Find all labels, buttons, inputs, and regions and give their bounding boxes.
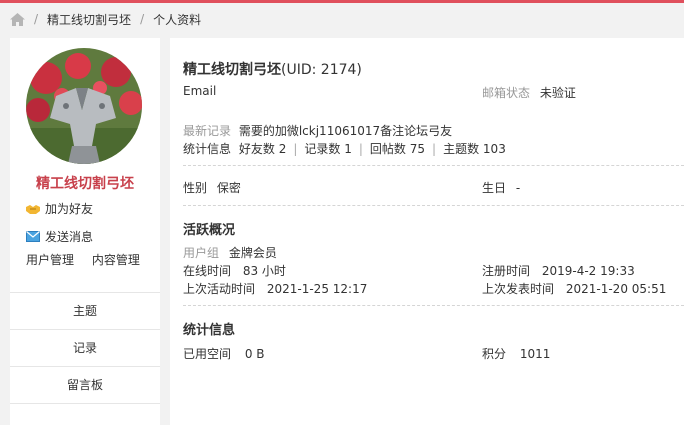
- last-post-row: 上次发表时间 2021-1-20 05:51: [482, 280, 666, 297]
- online-label: 在线时间: [183, 264, 232, 278]
- online-value: 83 小时: [242, 264, 286, 278]
- space-row: 已用空间 0 B: [183, 345, 265, 362]
- online-row: 在线时间 83 小时: [183, 262, 286, 279]
- gender-label: 性别: [183, 181, 208, 195]
- envelope-icon: [26, 230, 40, 243]
- profile-sidebar: 精工线切割弓坯 加为好友 发送消息 用户管理 内容管理 主题 记录 留言板: [10, 38, 160, 425]
- space-value: 0 B: [244, 347, 265, 361]
- email-label: Email: [183, 84, 217, 98]
- profile-main: 精工线切割弓坯(UID: 2174) Email 邮箱状态 未验证 最新记录 需…: [170, 38, 684, 425]
- breadcrumb-separator: /: [34, 12, 39, 26]
- user-manage-link[interactable]: 用户管理: [26, 253, 74, 267]
- avatar[interactable]: [26, 48, 142, 164]
- birthday-row: 生日 -: [482, 179, 520, 196]
- add-friend-link[interactable]: 加为好友: [26, 200, 93, 217]
- stats-row: 统计信息 好友数 2 | 记录数 1 | 回帖数 75 | 主题数 103: [183, 140, 506, 157]
- stat-replies-value: 75: [409, 142, 426, 156]
- stat-records-label: 记录数: [304, 142, 341, 156]
- latest-record: 最新记录 需要的加微lckj11061017备注论坛弓友: [183, 122, 452, 139]
- breadcrumb: / 精工线切割弓坯 / 个人资料: [10, 10, 201, 28]
- page-title: 精工线切割弓坯(UID: 2174): [183, 59, 362, 79]
- divider: [183, 305, 684, 306]
- stat-friends[interactable]: 好友数 2: [239, 142, 286, 156]
- stat-records[interactable]: 记录数 1: [304, 142, 351, 156]
- stat-friends-value: 2: [278, 142, 287, 156]
- sidebar-item-threads[interactable]: 主题: [10, 292, 160, 329]
- stat-threads-value: 103: [482, 142, 506, 156]
- register-value: 2019-4-2 19:33: [541, 264, 635, 278]
- email-status-label: 邮箱状态: [482, 86, 531, 100]
- pipe-divider: |: [358, 142, 363, 156]
- gender-value: 保密: [216, 181, 241, 195]
- pipe-divider: |: [293, 142, 298, 156]
- last-active-row: 上次活动时间 2021-1-25 12:17: [183, 280, 367, 297]
- last-active-value: 2021-1-25 12:17: [266, 282, 368, 296]
- management-links: 用户管理 内容管理: [26, 251, 154, 268]
- breadcrumb-item-profile: 个人资料: [153, 12, 202, 27]
- sidebar-nav: 主题 记录 留言板: [10, 292, 160, 404]
- handshake-icon: [26, 203, 40, 215]
- email-status-value: 未验证: [539, 86, 576, 100]
- points-label: 积分: [482, 347, 507, 361]
- group-label: 用户组: [183, 246, 220, 260]
- points-row: 积分 1011: [482, 345, 550, 362]
- stats-label: 统计信息: [183, 142, 232, 156]
- pipe-divider: |: [432, 142, 437, 156]
- latest-record-label: 最新记录: [183, 124, 232, 138]
- send-message-label: 发送消息: [45, 230, 94, 244]
- activity-title: 活跃概况: [183, 223, 236, 238]
- birthday-value: -: [515, 181, 521, 195]
- breadcrumb-separator: /: [140, 12, 145, 26]
- divider: [183, 205, 684, 206]
- stat-records-value: 1: [344, 142, 352, 156]
- username: 精工线切割弓坯: [36, 176, 134, 192]
- content-manage-link[interactable]: 内容管理: [92, 253, 140, 267]
- stat-replies[interactable]: 回帖数 75: [370, 142, 425, 156]
- add-friend-label: 加为好友: [45, 202, 94, 216]
- last-post-value: 2021-1-20 05:51: [565, 282, 667, 296]
- sidebar-item-records[interactable]: 记录: [10, 329, 160, 366]
- email-status: 邮箱状态 未验证: [482, 84, 576, 101]
- register-row: 注册时间 2019-4-2 19:33: [482, 262, 635, 279]
- stat-friends-label: 好友数: [238, 142, 275, 156]
- last-post-label: 上次发表时间: [482, 282, 555, 296]
- profile-name: 精工线切割弓坯: [183, 62, 281, 78]
- space-label: 已用空间: [183, 347, 232, 361]
- group-row: 用户组 金牌会员: [183, 244, 277, 261]
- last-active-label: 上次活动时间: [183, 282, 256, 296]
- sidebar-item-guestbook[interactable]: 留言板: [10, 366, 160, 404]
- statistics-title: 统计信息: [183, 323, 236, 338]
- profile-uid: (UID: 2174): [281, 62, 362, 78]
- points-value: 1011: [519, 347, 551, 361]
- stat-threads[interactable]: 主题数 103: [443, 142, 506, 156]
- birthday-label: 生日: [482, 181, 507, 195]
- stat-threads-label: 主题数: [443, 142, 480, 156]
- group-value[interactable]: 金牌会员: [229, 246, 277, 260]
- latest-record-text[interactable]: 需要的加微lckj11061017备注论坛弓友: [239, 124, 452, 138]
- breadcrumb-item-user[interactable]: 精工线切割弓坯: [47, 11, 131, 28]
- home-icon[interactable]: [10, 12, 25, 26]
- stat-replies-label: 回帖数: [369, 142, 406, 156]
- gender-row: 性别 保密: [183, 179, 241, 196]
- register-label: 注册时间: [482, 264, 531, 278]
- divider: [183, 165, 684, 166]
- top-accent-line: [0, 0, 684, 3]
- send-message-link[interactable]: 发送消息: [26, 228, 93, 245]
